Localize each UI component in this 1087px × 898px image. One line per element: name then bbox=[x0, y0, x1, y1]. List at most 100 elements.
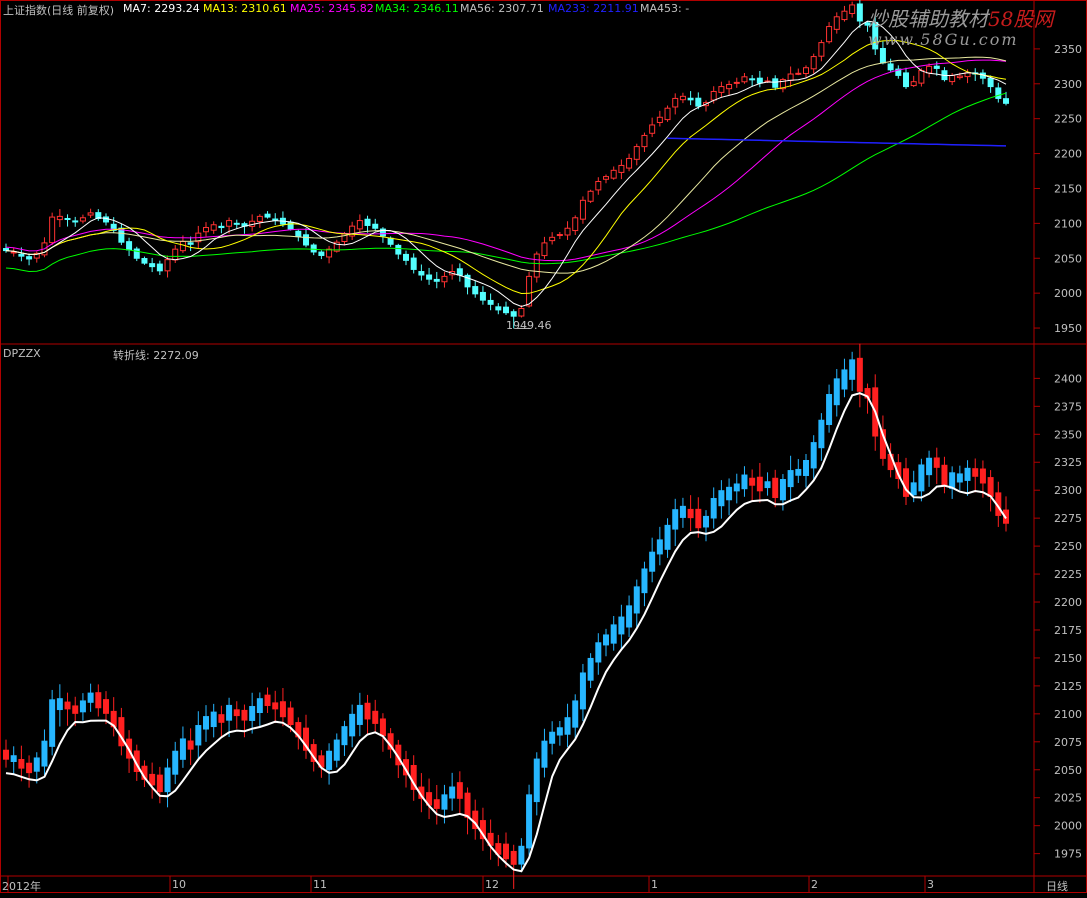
upper-candle-body bbox=[849, 4, 856, 15]
dpzzx-candle-body bbox=[687, 508, 694, 519]
dpzzx-candle-body bbox=[956, 473, 963, 483]
dpzzx-candle-body bbox=[356, 704, 363, 725]
x-axis-month-3: 12 bbox=[485, 878, 499, 891]
upper-candle-body bbox=[233, 222, 240, 225]
dpzzx-candle-body bbox=[18, 758, 25, 769]
upper-candle-body bbox=[126, 241, 133, 251]
upper-candle-body bbox=[756, 77, 763, 84]
upper-candle-body bbox=[64, 218, 71, 221]
dpzzx-candle-body bbox=[195, 725, 202, 746]
upper-candle-body bbox=[172, 248, 179, 261]
upper-candle-body bbox=[733, 81, 740, 84]
upper-candle-body bbox=[664, 107, 671, 121]
lower-y-tick-label: 2150 bbox=[1054, 652, 1082, 665]
lower-y-tick-label: 2200 bbox=[1054, 596, 1082, 609]
upper-candle-body bbox=[410, 257, 417, 270]
upper-y-tick-label: 2150 bbox=[1054, 182, 1082, 195]
upper-candle-body bbox=[649, 124, 656, 134]
upper-candle-body bbox=[995, 87, 1002, 99]
upper-candle-body bbox=[156, 263, 163, 272]
upper-candle-body bbox=[310, 244, 317, 253]
dpzzx-candle-body bbox=[749, 477, 756, 486]
upper-y-tick-label: 2000 bbox=[1054, 287, 1082, 300]
upper-candle-body bbox=[549, 236, 556, 242]
dpzzx-candle-body bbox=[10, 755, 17, 762]
upper-candle-body bbox=[641, 134, 648, 148]
dpzzx-candle-body bbox=[972, 468, 979, 477]
watermark-site: 58股网 bbox=[988, 7, 1054, 31]
dpzzx-candle-body bbox=[979, 468, 986, 484]
dpzzx-candle-body bbox=[772, 477, 779, 499]
upper-candle-body bbox=[949, 74, 956, 83]
dpzzx-candle-body bbox=[718, 490, 725, 507]
dpzzx-candle-body bbox=[787, 470, 794, 488]
upper-candle-body bbox=[772, 78, 779, 88]
upper-candle-body bbox=[818, 42, 825, 57]
upper-candle-body bbox=[618, 164, 625, 173]
chart-svg[interactable]: 1950 2000 2050 2100 2150 2200 2250 2300 2350 1975… bbox=[0, 0, 1087, 894]
dpzzx-candle-body bbox=[187, 740, 194, 750]
x-axis-month-1: 10 bbox=[172, 878, 186, 891]
dpzzx-candle-body bbox=[841, 369, 848, 390]
period-label[interactable]: 日线 bbox=[1046, 878, 1068, 894]
lower-y-tick-label: 2025 bbox=[1054, 792, 1082, 805]
x-axis-month-2: 11 bbox=[313, 878, 327, 891]
upper-candle-body bbox=[287, 221, 294, 230]
dpzzx-candle-body bbox=[503, 843, 509, 860]
dpzzx-candle-body bbox=[433, 799, 440, 809]
dpzzx-candle-body bbox=[87, 692, 94, 703]
ma233-label: MA233: 2211.91 bbox=[548, 2, 639, 15]
dpzzx-candle-body bbox=[695, 508, 702, 529]
dpzzx-candle-body bbox=[579, 672, 586, 710]
upper-candle-body bbox=[918, 70, 925, 84]
upper-candle-body bbox=[795, 72, 802, 75]
dpzzx-candle-body bbox=[756, 476, 763, 492]
dpzzx-candle-body bbox=[56, 698, 63, 711]
upper-candle-body bbox=[26, 256, 33, 260]
dpzzx-candle-body bbox=[456, 782, 463, 799]
upper-candle-body bbox=[541, 242, 548, 257]
upper-candle-body bbox=[626, 157, 633, 169]
dpzzx-candle-body bbox=[341, 726, 348, 746]
dpzzx-candle-body bbox=[826, 394, 833, 426]
dpzzx-candle-body bbox=[818, 419, 825, 449]
upper-y-tick-label: 2250 bbox=[1054, 113, 1082, 126]
upper-candle-body bbox=[487, 299, 494, 305]
upper-candle-body bbox=[526, 275, 533, 307]
upper-candle-body bbox=[426, 274, 433, 280]
lower-y-tick-label: 2300 bbox=[1054, 484, 1082, 497]
dpzzx-candle-body bbox=[603, 634, 609, 646]
upper-candle-body bbox=[87, 212, 94, 216]
upper-candle-body bbox=[695, 97, 702, 107]
lower-y-tick-label: 2400 bbox=[1054, 372, 1082, 385]
upper-candle-body bbox=[210, 224, 217, 231]
dpzzx-candle-body bbox=[49, 699, 56, 747]
dpzzx-candle-body bbox=[241, 709, 248, 721]
upper-candle-body bbox=[910, 81, 917, 87]
watermark-title: 炒股辅助教材 bbox=[868, 7, 988, 31]
upper-candle-body bbox=[803, 67, 809, 75]
upper-candle-body bbox=[272, 218, 279, 221]
upper-candle-body bbox=[887, 63, 894, 71]
dpzzx-candle-body bbox=[941, 464, 948, 486]
dpzzx-candle-body bbox=[572, 700, 579, 728]
dpzzx-candle-body bbox=[210, 711, 217, 728]
ma56-label: MA56: 2307.71 bbox=[460, 2, 544, 15]
upper-candle-body bbox=[1003, 98, 1009, 104]
upper-candle-body bbox=[187, 242, 194, 245]
dpzzx-candle-body bbox=[449, 786, 456, 799]
upper-candle-body bbox=[356, 220, 363, 230]
upper-candle-body bbox=[18, 253, 25, 257]
ma25-label: MA25: 2345.82 bbox=[290, 2, 374, 15]
upper-candle-body bbox=[564, 227, 571, 236]
upper-candle-body bbox=[403, 253, 409, 261]
dpzzx-candle-body bbox=[233, 709, 240, 717]
upper-candle-body bbox=[518, 308, 525, 317]
lower-y-tick-label: 2275 bbox=[1054, 512, 1082, 525]
upper-candle-body bbox=[79, 217, 86, 222]
dpzzx-candle-body bbox=[464, 792, 471, 818]
upper-candle-body bbox=[926, 65, 933, 74]
lower-y-tick-label: 2175 bbox=[1054, 624, 1082, 637]
dpzzx-candle-body bbox=[287, 707, 294, 726]
upper-candle-body bbox=[141, 258, 148, 264]
